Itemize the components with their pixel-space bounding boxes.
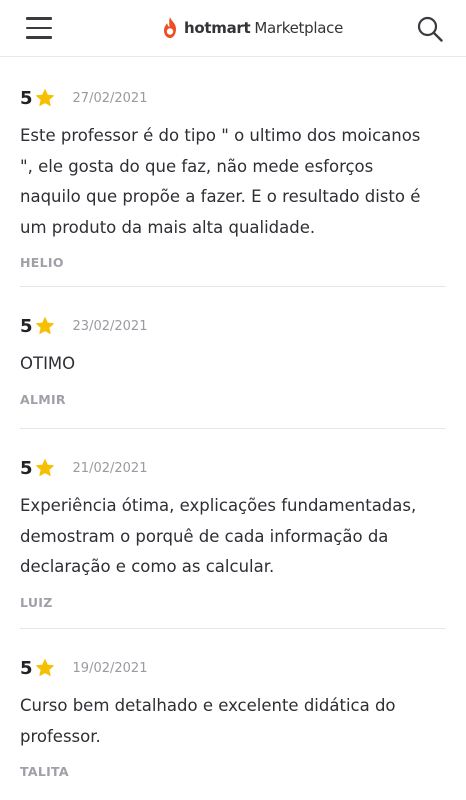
hotmart-marketplace-logo[interactable]: hotmart Marketplace (160, 13, 343, 43)
search-icon[interactable] (417, 16, 443, 42)
review-divider (20, 286, 446, 287)
review-rating: 5 19/02/2021 (20, 655, 446, 681)
review-date: 23/02/2021 (72, 318, 148, 334)
comment-line: Este professor é do tipo " o ultimo dos … (20, 126, 421, 145)
hamburger-menu-icon[interactable] (26, 17, 52, 39)
review-divider (20, 628, 446, 629)
review-author: LUIZ (20, 594, 53, 610)
comment-line: Experiência ótima, explicações fundament… (20, 496, 417, 515)
star-icon (35, 89, 54, 106)
comment-line: um produto da mais alta qualidade. (20, 217, 316, 237)
review-comment: Este professor é do tipo " o ultimo dos … (20, 121, 446, 243)
comment-line: professor. (20, 726, 101, 746)
logo-brand-text: hotmart (184, 19, 251, 37)
review-item: 5 27/02/2021 Este professor é do tipo " … (20, 85, 446, 271)
comment-line: naquilo que propõe a fazer. E o resultad… (20, 187, 421, 206)
review-comment: Curso bem detalhado e excelente didática… (20, 691, 446, 752)
top-bar: hotmart Marketplace (0, 0, 466, 57)
review-comment: OTIMO (20, 349, 446, 380)
review-comment: Experiência ótima, explicações fundament… (20, 491, 446, 583)
rating-value: 5 (20, 315, 33, 337)
review-rating: 5 21/02/2021 (20, 455, 446, 481)
rating-value: 5 (20, 87, 33, 109)
review-author: HELIO (20, 255, 64, 270)
star-icon (35, 459, 54, 476)
comment-line: declaração e como as calcular. (20, 557, 275, 576)
comment-line: Curso bem detalhado e excelente didática… (20, 696, 396, 715)
comment-line: demostram o porquê de cada informação da (20, 526, 389, 546)
review-author: TALITA (20, 764, 69, 779)
star-icon (35, 659, 54, 676)
review-date: 27/02/2021 (72, 90, 148, 106)
comment-line: ", ele gosta do que faz, não mede esforç… (20, 156, 374, 176)
review-author: ALMIR (20, 391, 66, 407)
review-divider (20, 428, 446, 429)
review-rating: 5 23/02/2021 (20, 313, 446, 339)
star-icon (35, 317, 54, 334)
comment-line: OTIMO (20, 354, 76, 373)
rating-value: 5 (20, 457, 33, 479)
review-item: 5 19/02/2021 Curso bem detalhado e excel… (20, 655, 446, 780)
review-item: 5 21/02/2021 Experiência ótima, explicaç… (20, 455, 446, 610)
review-date: 21/02/2021 (72, 460, 148, 476)
rating-value: 5 (20, 657, 33, 679)
hotmart-flame-icon (164, 17, 176, 38)
review-date: 19/02/2021 (72, 660, 148, 676)
logo-marketplace-text: Marketplace (254, 19, 343, 37)
review-item: 5 23/02/2021 OTIMO ALMIR (20, 313, 446, 407)
review-rating: 5 27/02/2021 (20, 85, 446, 111)
